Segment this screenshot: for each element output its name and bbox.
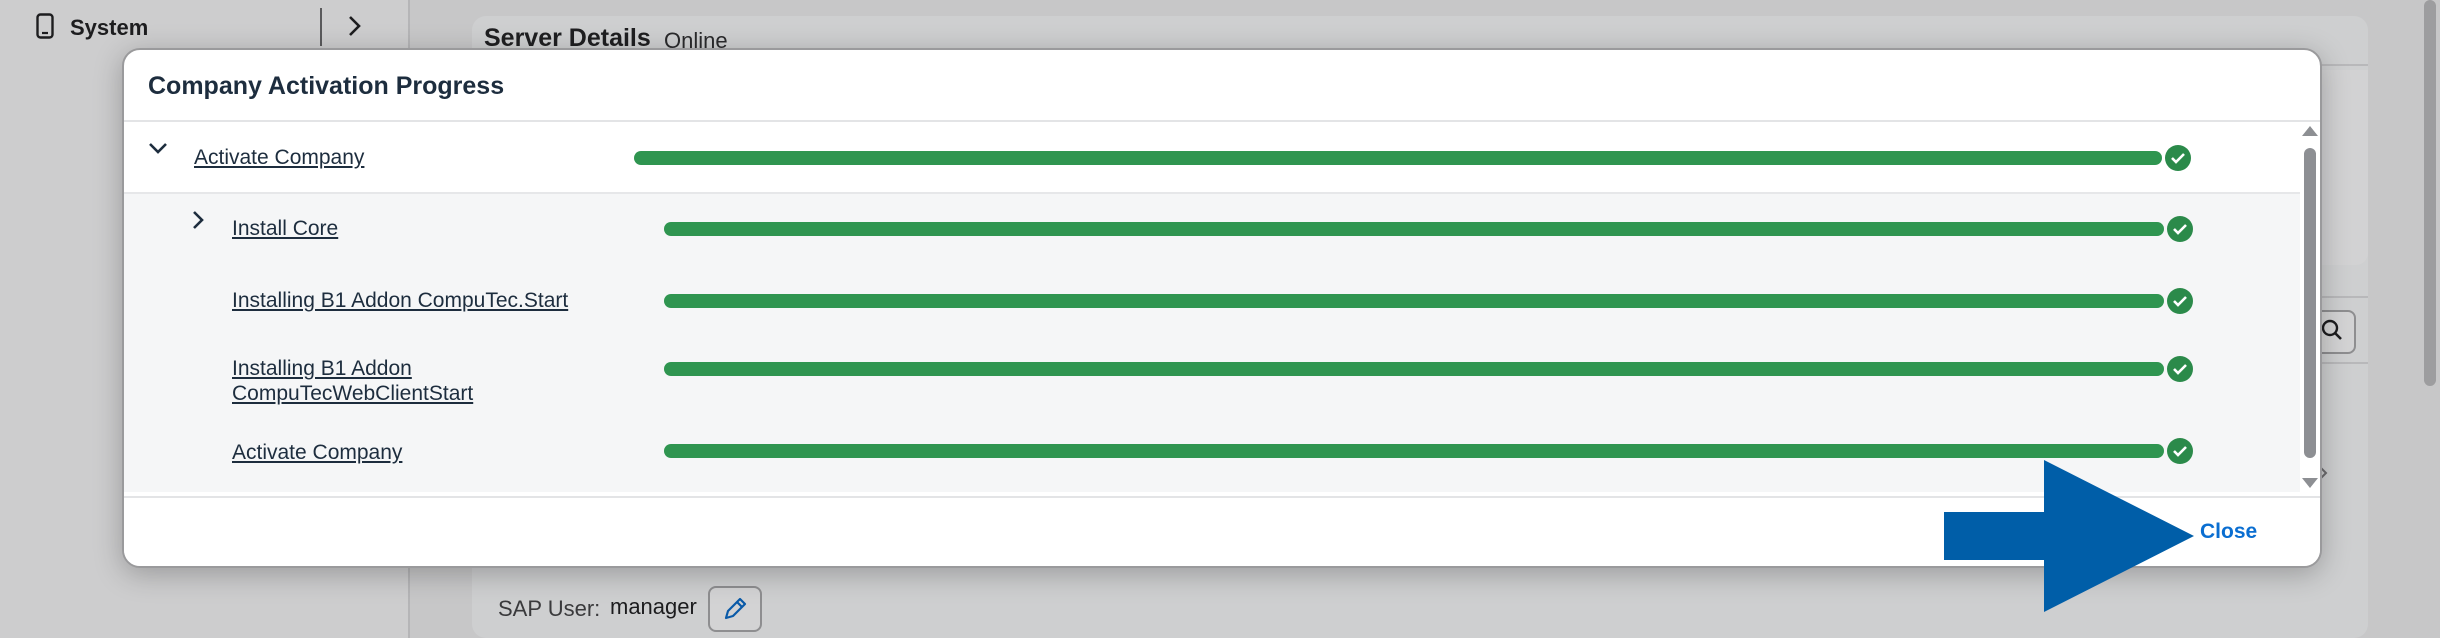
task-link[interactable]: Installing B1 Addon CompuTec.Start — [232, 288, 568, 313]
task-link[interactable]: Activate Company — [232, 440, 402, 465]
check-circle-icon — [2167, 216, 2193, 242]
check-circle-icon — [2167, 288, 2193, 314]
task-link-line: CompuTecWebClientStart — [232, 382, 474, 405]
tree-row: Install Core — [124, 194, 2300, 264]
progress-bar — [664, 222, 2164, 236]
scroll-down-arrow[interactable] — [2302, 478, 2318, 488]
background-panel — [2316, 70, 2368, 265]
check-circle-icon — [2165, 145, 2191, 171]
task-link[interactable]: Installing B1 Addon CompuTecWebClientSta… — [232, 356, 473, 406]
divider — [2316, 296, 2368, 298]
progress-bar — [634, 151, 2162, 165]
tree-row: Installing B1 Addon CompuTec.Start — [124, 264, 2300, 334]
dialog-scrollbar-thumb[interactable] — [2304, 148, 2316, 458]
annotation-arrow — [1944, 460, 2204, 617]
chevron-right-icon[interactable] — [186, 208, 210, 232]
tree-row: Activate Company — [124, 122, 2300, 192]
page-scrollbar[interactable] — [2424, 0, 2436, 386]
sap-user-label: SAP User: — [498, 596, 601, 621]
task-link[interactable]: Install Core — [232, 216, 338, 241]
task-link[interactable]: Activate Company — [194, 145, 364, 170]
edit-sap-user-button[interactable] — [708, 586, 762, 632]
sidebar-divider — [320, 8, 322, 46]
dialog-title: Company Activation Progress — [148, 72, 505, 100]
tree-row: Installing B1 Addon CompuTecWebClientSta… — [124, 334, 2300, 424]
divider — [2316, 362, 2368, 364]
progress-bar — [664, 444, 2164, 458]
check-circle-icon — [2167, 356, 2193, 382]
chevron-down-icon[interactable] — [146, 136, 170, 160]
scroll-up-arrow[interactable] — [2302, 126, 2318, 136]
sap-user-value: manager — [610, 594, 697, 619]
pencil-icon — [724, 597, 747, 620]
sidebar-item-label: System — [70, 15, 149, 40]
activation-tree: Activate Company Install Core Installing… — [124, 122, 2300, 492]
divider — [2316, 64, 2368, 66]
progress-bar — [664, 294, 2164, 308]
sidebar-item-system[interactable]: System — [36, 10, 148, 46]
task-link-line: Installing B1 Addon — [232, 357, 412, 380]
progress-bar — [664, 362, 2164, 376]
phone-icon — [36, 12, 54, 44]
dialog-header: Company Activation Progress — [124, 50, 2320, 122]
chevron-right-icon[interactable] — [346, 12, 364, 45]
